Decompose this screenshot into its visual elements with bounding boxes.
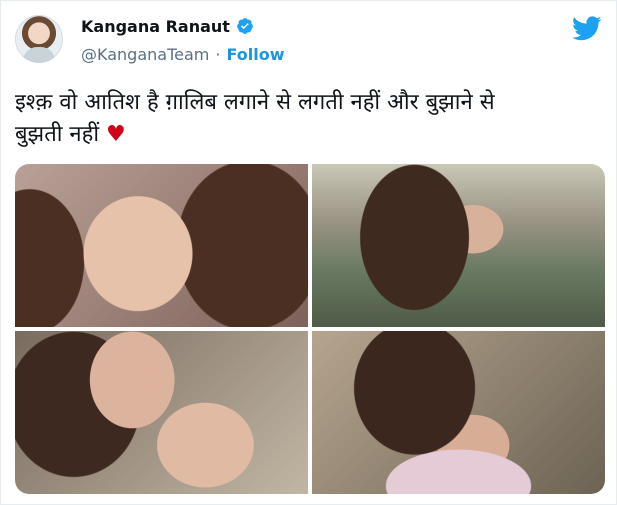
photo-3[interactable]	[15, 331, 308, 494]
tweet-text-line-2-wrapper: बुझती नहीं ♥	[15, 119, 605, 151]
verified-badge-icon	[236, 17, 254, 35]
media-grid	[15, 164, 605, 494]
separator-dot: ·	[215, 44, 221, 64]
avatar-shirt	[23, 47, 55, 63]
handle-row: @KanganaTeam · Follow	[81, 43, 284, 65]
tweet-card: Kangana Ranaut @KanganaTeam · Follow इश्…	[0, 0, 617, 505]
heart-emoji: ♥	[106, 122, 126, 147]
follow-button[interactable]: Follow	[226, 45, 284, 64]
twitter-bird-icon[interactable]	[572, 15, 602, 41]
photo-2[interactable]	[312, 164, 605, 327]
tweet-text-line-2: बुझती नहीं	[15, 122, 100, 147]
author-handle[interactable]: @KanganaTeam	[81, 45, 209, 64]
avatar[interactable]	[15, 15, 63, 63]
photo-1[interactable]	[15, 164, 308, 327]
author-row: Kangana Ranaut	[81, 15, 254, 37]
photo-4[interactable]	[312, 331, 605, 494]
tweet-text-line-1: इश्क़ वो आतिश है ग़ालिब लगाने से लगती नह…	[15, 90, 495, 115]
author-name[interactable]: Kangana Ranaut	[81, 17, 230, 36]
tweet-text: इश्क़ वो आतिश है ग़ालिब लगाने से लगती नह…	[15, 87, 605, 151]
